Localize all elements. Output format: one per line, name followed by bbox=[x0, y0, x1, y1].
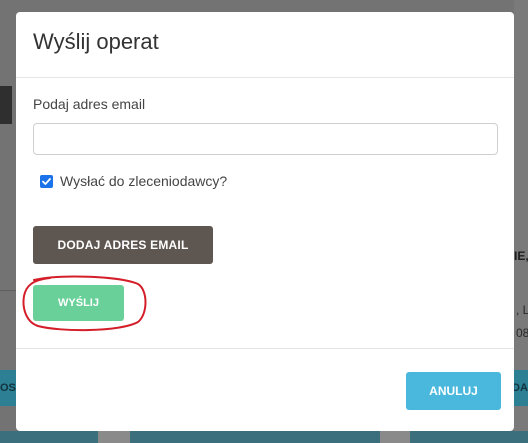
background-divider bbox=[0, 290, 16, 291]
dialog-title: Wyślij operat bbox=[33, 29, 159, 54]
background-text: , L bbox=[516, 303, 528, 317]
send-to-client-label: Wysłać do zleceniodawcy? bbox=[60, 173, 228, 189]
background-strip bbox=[0, 431, 528, 443]
email-label: Podaj adres email bbox=[33, 96, 146, 112]
send-to-client-option[interactable]: Wysłać do zleceniodawcy? bbox=[40, 173, 227, 189]
email-input[interactable] bbox=[33, 123, 498, 155]
send-button[interactable]: WYŚLIJ bbox=[33, 285, 124, 321]
send-to-client-checkbox[interactable] bbox=[40, 174, 53, 188]
cancel-button[interactable]: ANULUJ bbox=[406, 372, 501, 410]
dialog-footer-divider bbox=[16, 348, 514, 349]
background-strip-gap bbox=[98, 431, 130, 443]
background-button: OSE bbox=[0, 370, 23, 406]
dialog-header: Wyślij operat bbox=[16, 12, 514, 78]
checkmark-icon bbox=[42, 177, 51, 185]
background-text: 08 bbox=[516, 326, 528, 340]
add-email-button[interactable]: DODAJ ADRES EMAIL bbox=[33, 226, 213, 264]
background-text: IE, bbox=[514, 249, 528, 263]
background-button: DAZ bbox=[512, 370, 528, 406]
background-button bbox=[0, 86, 12, 124]
background-strip-gap bbox=[380, 431, 410, 443]
send-report-dialog: Wyślij operat Podaj adres email Wysłać d… bbox=[16, 12, 514, 431]
